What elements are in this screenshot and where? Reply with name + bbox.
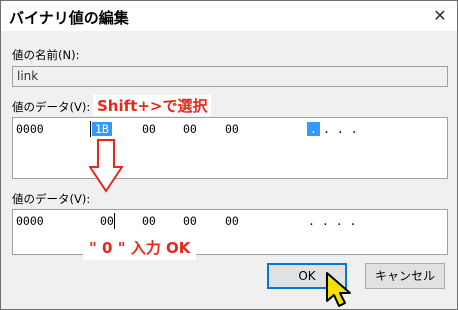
text-caret	[114, 213, 115, 229]
mouse-pointer-icon	[326, 272, 351, 307]
ascii-text[interactable]: . . . .	[308, 214, 356, 228]
cancel-button[interactable]: キャンセル	[365, 263, 445, 289]
title-bar: バイナリ値の編集 ✕	[1, 1, 457, 31]
dialog-title: バイナリ値の編集	[9, 9, 129, 27]
down-arrow-icon	[89, 139, 123, 193]
hex-byte[interactable]: 00	[100, 214, 114, 228]
binary-value-edit-dialog: バイナリ値の編集 ✕ 値の名前(N): link 値のデータ(V): 0000 …	[0, 0, 458, 310]
hex-address: 0000	[16, 214, 44, 228]
hex-byte[interactable]: 00	[183, 122, 197, 136]
hex-editor-before[interactable]: 0000 1B 00 00 00 . . . .	[12, 117, 448, 179]
value-data-label: 値のデータ(V):	[12, 192, 91, 206]
hex-byte[interactable]: 00	[142, 122, 156, 136]
close-icon[interactable]: ✕	[429, 5, 451, 27]
hex-byte[interactable]: 00	[225, 214, 239, 228]
value-data-label: 値のデータ(V):	[12, 100, 91, 114]
hex-byte[interactable]: 00	[225, 122, 239, 136]
value-name-field: link	[12, 66, 448, 87]
hex-editor-after[interactable]: 0000 00 00 00 00 . . . .	[12, 209, 448, 255]
annotation-enter-zero: " 0 " 入力 OK	[83, 235, 197, 260]
hex-byte[interactable]: 00	[183, 214, 197, 228]
value-name-label: 値の名前(N):	[12, 48, 80, 62]
hex-address: 0000	[16, 122, 44, 136]
annotation-shift-select: Shift+>で選択	[93, 95, 212, 116]
hex-byte[interactable]: 00	[142, 214, 156, 228]
ascii-char-selected[interactable]: .	[307, 122, 320, 136]
ascii-text[interactable]: . . .	[323, 122, 358, 136]
text-caret	[90, 121, 91, 137]
hex-byte-selected[interactable]: 1B	[92, 122, 112, 136]
